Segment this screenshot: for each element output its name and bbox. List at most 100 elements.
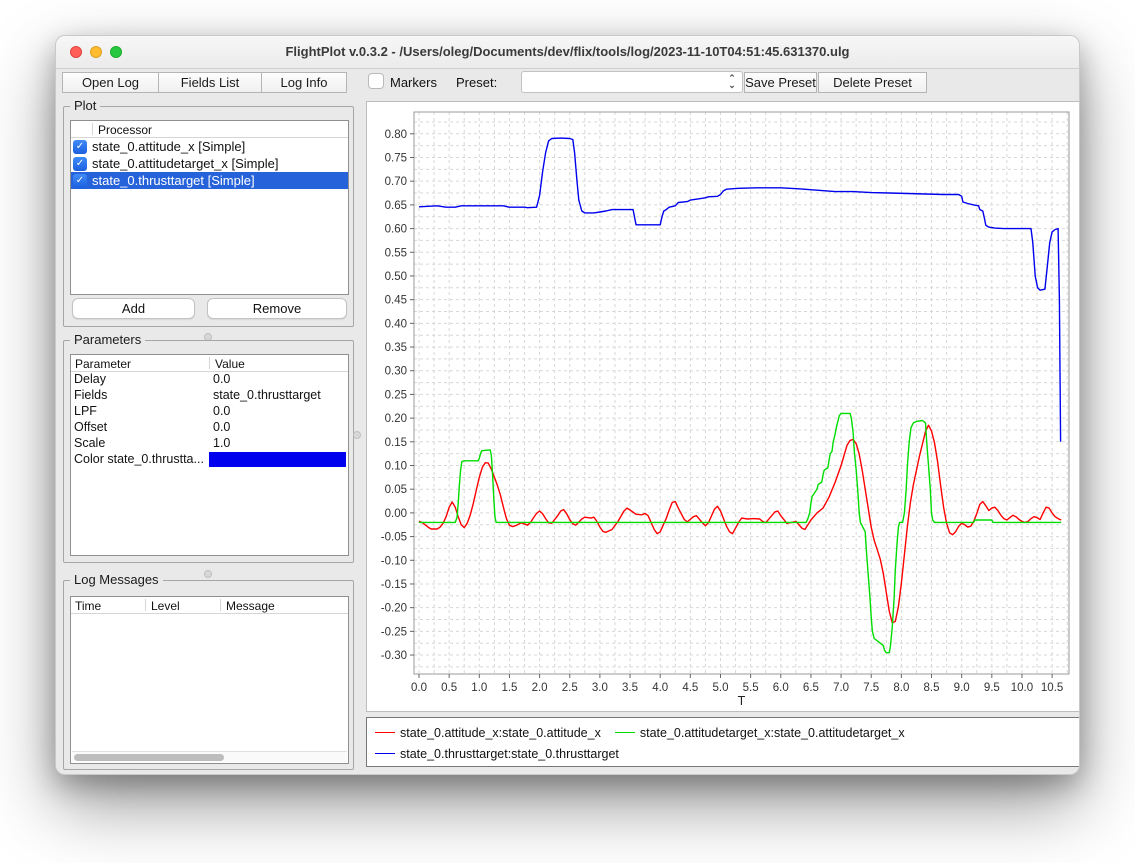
color-swatch[interactable] [209,452,346,467]
plot-list-header: Processor [71,121,348,138]
plot-panel-title: Plot [70,98,100,113]
y-tick-label: 0.80 [385,129,407,141]
chart-panel: 0.00.51.01.52.02.53.03.54.04.55.05.56.06… [366,101,1080,712]
x-tick-label: 6.0 [773,682,789,694]
x-tick-label: 5.0 [712,682,728,694]
parameters-table[interactable]: Parameter Value Delay0.0Fieldsstate_0.th… [70,354,349,556]
scrollbar-thumb[interactable] [74,754,224,761]
value-column-header: Value [215,357,245,371]
legend-label: state_0.attitude_x:state_0.attitude_x [400,726,601,740]
time-column-header: Time [75,599,101,613]
markers-checkbox[interactable] [368,73,384,89]
x-tick-label: 7.0 [833,682,849,694]
y-tick-label: 0.15 [385,437,407,449]
plot-list-row[interactable]: ✓state_0.thrusttarget [Simple] [71,172,348,189]
parameter-row[interactable]: Scale1.0 [71,436,348,452]
y-tick-label: -0.30 [381,650,407,662]
y-tick-label: 0.20 [385,413,407,425]
y-tick-label: 0.35 [385,342,407,354]
log-messages-panel-title: Log Messages [70,572,163,587]
x-axis-label: T [738,694,746,708]
plot-list[interactable]: Processor ✓state_0.attitude_x [Simple]✓s… [70,120,349,295]
log-messages-panel: Log Messages Time Level Message [63,580,354,770]
y-tick-label: 0.70 [385,176,407,188]
parameter-name: Offset [71,420,209,436]
legend-line-sample [375,753,395,754]
parameter-name: Scale [71,436,209,452]
y-tick-label: 0.10 [385,461,407,473]
log-info-button[interactable]: Log Info [261,72,347,93]
x-tick-label: 3.0 [592,682,608,694]
chart[interactable]: 0.00.51.01.52.02.53.03.54.04.55.05.56.06… [367,102,1079,711]
y-tick-label: -0.25 [381,626,407,638]
markers-label: Markers [390,75,437,90]
level-column-header: Level [151,599,180,613]
y-tick-label: 0.40 [385,318,407,330]
parameter-row[interactable]: Offset0.0 [71,420,348,436]
combo-stepper-icon[interactable]: ⌃⌄ [726,73,738,91]
row-checkbox[interactable]: ✓ [73,140,87,154]
titlebar[interactable]: FlightPlot v.0.3.2 - /Users/oleg/Documen… [56,36,1079,69]
legend-item: state_0.attitude_x:state_0.attitude_x [375,722,601,743]
y-tick-label: 0.25 [385,389,407,401]
x-tick-label: 5.5 [743,682,759,694]
parameter-row[interactable]: Color state_0.thrustta... [71,452,348,468]
plot-list-row[interactable]: ✓state_0.attitudetarget_x [Simple] [71,155,348,172]
x-tick-label: 1.0 [471,682,487,694]
y-tick-label: 0.00 [385,508,407,520]
plot-panel: Plot Processor ✓state_0.attitude_x [Simp… [63,106,354,327]
x-tick-label: 3.5 [622,682,638,694]
log-table-header: Time Level Message [71,597,348,614]
x-tick-label: 1.5 [501,682,517,694]
y-tick-label: 0.75 [385,152,407,164]
parameter-name: Delay [71,372,209,388]
parameter-name: Fields [71,388,209,404]
legend-item: state_0.attitudetarget_x:state_0.attitud… [615,722,905,743]
x-tick-label: 9.5 [984,682,1000,694]
parameters-table-header: Parameter Value [71,355,348,372]
splitter-handle[interactable] [353,431,361,439]
preset-combobox[interactable]: ⌃⌄ [521,71,743,93]
x-tick-label: 0.0 [411,682,427,694]
parameter-value[interactable]: 1.0 [209,436,348,452]
plot-list-row[interactable]: ✓ state_0.attitude_x [Simple] [71,138,348,155]
add-button[interactable]: Add [72,298,195,319]
window-title: FlightPlot v.0.3.2 - /Users/oleg/Documen… [56,44,1079,59]
row-checkbox[interactable]: ✓ [73,157,87,171]
parameter-row[interactable]: Delay0.0 [71,372,348,388]
parameter-value[interactable] [209,452,348,468]
open-log-button[interactable]: Open Log [62,72,159,93]
plot-area[interactable] [414,112,1069,674]
chart-legend: state_0.attitude_x:state_0.attitude_x sta… [366,717,1080,767]
x-tick-label: 4.5 [682,682,698,694]
parameter-name: LPF [71,404,209,420]
remove-button[interactable]: Remove [207,298,347,319]
x-tick-label: 8.0 [893,682,909,694]
parameter-value[interactable]: 0.0 [209,372,348,388]
log-messages-table[interactable]: Time Level Message [70,596,349,764]
parameters-panel: Parameters Parameter Value Delay0.0Field… [63,340,354,563]
y-tick-label: -0.20 [381,603,407,615]
row-checkbox[interactable]: ✓ [73,174,87,188]
x-tick-label: 8.5 [924,682,940,694]
save-preset-button[interactable]: Save Preset [744,72,817,93]
x-tick-label: 6.5 [803,682,819,694]
x-tick-label: 0.5 [441,682,457,694]
x-tick-label: 2.0 [532,682,548,694]
y-tick-label: 0.45 [385,295,407,307]
parameter-value[interactable]: 0.0 [209,420,348,436]
delete-preset-button[interactable]: Delete Preset [818,72,927,93]
fields-list-button[interactable]: Fields List [158,72,262,93]
parameter-row[interactable]: LPF0.0 [71,404,348,420]
y-tick-label: 0.55 [385,247,407,259]
parameter-value[interactable]: state_0.thrusttarget [209,388,348,404]
parameter-value[interactable]: 0.0 [209,404,348,420]
parameter-name: Color state_0.thrustta... [71,452,209,468]
x-tick-label: 10.5 [1041,682,1063,694]
horizontal-scrollbar[interactable] [72,751,347,762]
processor-column-header: Processor [98,123,152,137]
splitter-handle[interactable] [204,570,212,578]
parameter-row[interactable]: Fieldsstate_0.thrusttarget [71,388,348,404]
row-label: state_0.attitude_x [Simple] [92,139,245,154]
legend-line-sample [375,732,395,733]
